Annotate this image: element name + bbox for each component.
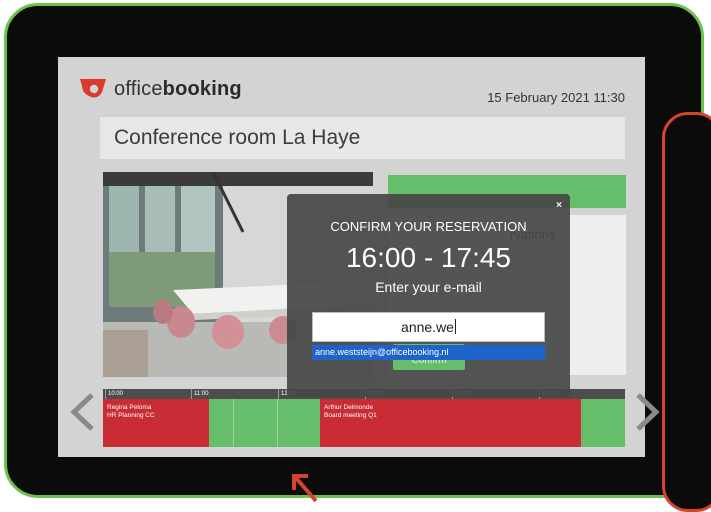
logo-text: officebooking xyxy=(114,78,242,101)
reservation-time: 16:00 - 17:45 xyxy=(345,242,512,273)
slot-divider xyxy=(277,399,278,447)
confirm-reservation-dialog: × CONFIRM YOUR RESERVATION 16:00 - 17:45… xyxy=(287,194,570,397)
text-caret xyxy=(454,319,456,334)
current-datetime: 15 February 2021 11:30 xyxy=(487,90,625,105)
email-suggestion[interactable]: anne.weststeijn@officebooking.nl xyxy=(312,345,545,360)
booking-block[interactable]: Arthur Delmonde Board meeting Q1 xyxy=(320,399,581,447)
booking-desc: HR Planning CC xyxy=(107,412,155,419)
email-input[interactable]: anne.we xyxy=(312,312,545,342)
slot-divider xyxy=(233,399,234,447)
logo-text-light: office xyxy=(114,77,163,100)
booking-name: Regina Peloma xyxy=(107,404,152,411)
logo-icon xyxy=(80,79,106,98)
arrow-up-icon xyxy=(292,474,318,503)
chevron-left-icon[interactable] xyxy=(68,392,98,432)
officebooking-logo: officebooking xyxy=(78,74,242,104)
logo-text-bold: booking xyxy=(162,77,242,100)
booking-name: Arthur Delmonde xyxy=(324,404,374,411)
timeline-slots[interactable]: Regina Peloma HR Planning CC Arthur Delm… xyxy=(103,399,625,447)
timeline-tick: 11:00 xyxy=(191,389,209,399)
close-icon[interactable]: × xyxy=(556,200,562,211)
email-value: anne.we xyxy=(401,319,454,335)
second-tablet-frame xyxy=(662,112,711,512)
booking-desc: Board meeting Q1 xyxy=(324,412,377,419)
booking-block[interactable]: Regina Peloma HR Planning CC xyxy=(103,399,209,447)
dialog-subtitle: Enter your e-mail xyxy=(375,279,482,295)
chevron-right-icon[interactable] xyxy=(632,392,662,432)
dialog-title: CONFIRM YOUR RESERVATION xyxy=(330,219,527,234)
room-title: Conference room La Haye xyxy=(100,117,625,159)
timeline-tick: 10:00 xyxy=(105,389,123,399)
device-screen: officebooking 15 February 2021 11:30 Con… xyxy=(58,57,645,457)
day-timeline: 10:00 11:00 12:00 13:00 14:00 15:00 Regi… xyxy=(103,389,625,447)
